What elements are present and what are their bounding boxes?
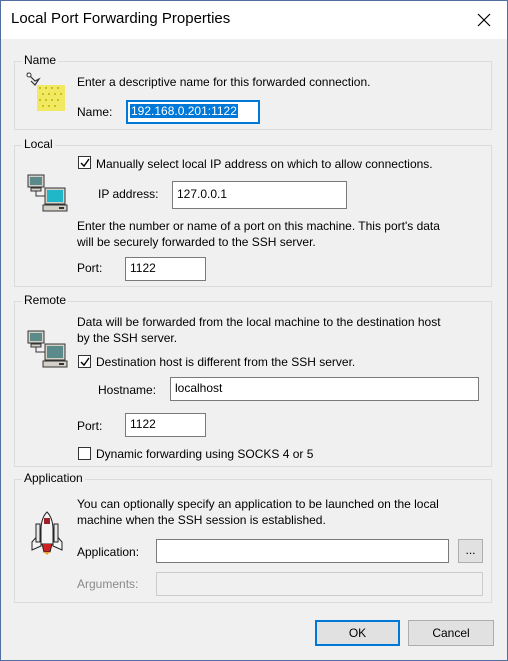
application-group-title: Application xyxy=(22,471,85,485)
name-label: Name: xyxy=(77,105,113,119)
local-computer-icon xyxy=(27,174,68,212)
title-bar[interactable]: Local Port Forwarding Properties xyxy=(1,1,507,39)
name-group-title: Name xyxy=(22,53,59,67)
ok-button[interactable]: OK xyxy=(315,620,400,646)
name-input-value: 192.168.0.201:1122 xyxy=(130,104,238,118)
remote-description-1: Data will be forwarded from the local ma… xyxy=(77,315,441,329)
rocket-icon xyxy=(31,511,63,555)
ip-address-input[interactable]: 127.0.0.1 xyxy=(172,181,347,209)
arguments-input[interactable] xyxy=(156,572,483,596)
application-label: Application: xyxy=(77,545,140,559)
remote-port-label: Port: xyxy=(77,419,103,433)
remote-computer-icon xyxy=(27,330,68,368)
tag-icon xyxy=(26,72,65,111)
name-group: Name Enter a descriptive name for this f… xyxy=(14,53,492,130)
application-input[interactable] xyxy=(156,539,449,563)
application-group: Application You can optionally specify a… xyxy=(14,471,492,603)
hostname-value: localhost xyxy=(175,381,223,395)
local-group-title: Local xyxy=(22,137,55,151)
window-title: Local Port Forwarding Properties xyxy=(11,10,231,27)
cancel-button[interactable]: Cancel xyxy=(408,620,494,646)
dynamic-forwarding-checkbox[interactable] xyxy=(78,447,91,460)
application-description-2: machine when the SSH session is establis… xyxy=(77,513,326,527)
dialog-window: Local Port Forwarding Properties Name En… xyxy=(0,0,508,661)
check-icon xyxy=(80,357,90,367)
manual-ip-checkbox[interactable] xyxy=(78,156,91,169)
close-icon xyxy=(477,13,491,27)
destination-host-checkbox[interactable] xyxy=(78,355,91,368)
name-description: Enter a descriptive name for this forwar… xyxy=(77,75,371,89)
ip-address-label: IP address: xyxy=(98,187,159,201)
remote-description-2: by the SSH server. xyxy=(77,331,178,345)
hostname-label: Hostname: xyxy=(98,383,157,397)
remote-port-value: 1122 xyxy=(130,417,156,431)
destination-host-label[interactable]: Destination host is different from the S… xyxy=(96,355,355,369)
arguments-label: Arguments: xyxy=(77,577,139,591)
local-port-description-1: Enter the number or name of a port on th… xyxy=(77,219,440,233)
application-description-1: You can optionally specify an applicatio… xyxy=(77,497,439,511)
local-port-input[interactable]: 1122 xyxy=(125,257,206,281)
local-group: Local Manually select local IP address o… xyxy=(14,137,492,287)
local-port-value: 1122 xyxy=(130,261,156,275)
remote-group-title: Remote xyxy=(22,293,69,307)
dynamic-forwarding-label[interactable]: Dynamic forwarding using SOCKS 4 or 5 xyxy=(96,447,313,461)
remote-port-input[interactable]: 1122 xyxy=(125,413,206,437)
remote-group: Remote Data will be forwarded from the l… xyxy=(14,293,492,467)
browse-button[interactable]: ... xyxy=(458,539,483,563)
local-port-label: Port: xyxy=(77,261,103,275)
check-icon xyxy=(80,158,90,168)
local-port-description-2: will be securely forwarded to the SSH se… xyxy=(77,235,316,249)
name-input[interactable]: 192.168.0.201:1122 xyxy=(126,100,260,124)
manual-ip-label[interactable]: Manually select local IP address on whic… xyxy=(96,157,433,171)
hostname-input[interactable]: localhost xyxy=(170,377,479,401)
ip-address-value: 127.0.0.1 xyxy=(177,187,228,201)
close-button[interactable] xyxy=(461,1,507,39)
